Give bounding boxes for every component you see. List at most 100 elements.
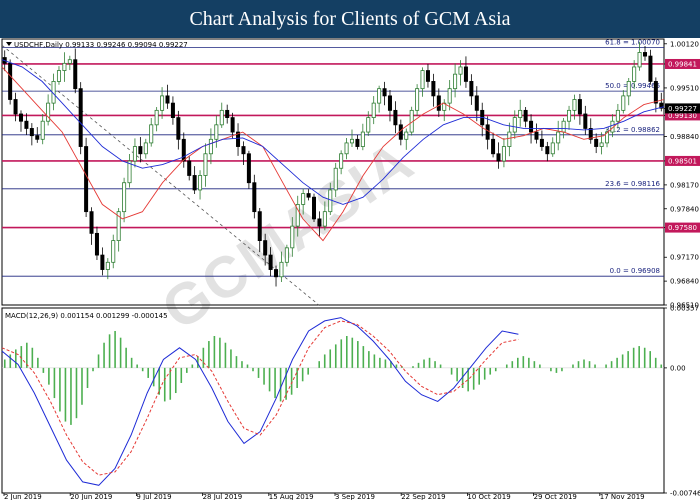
- candle[interactable]: [567, 109, 572, 122]
- candle[interactable]: [122, 182, 127, 213]
- candle[interactable]: [561, 120, 566, 133]
- candle[interactable]: [463, 66, 468, 82]
- candle[interactable]: [393, 109, 398, 126]
- candle[interactable]: [366, 117, 371, 133]
- candle[interactable]: [105, 261, 110, 270]
- candle[interactable]: [73, 59, 78, 90]
- candle[interactable]: [56, 70, 61, 82]
- candle[interactable]: [518, 109, 523, 118]
- chart-canvas[interactable]: 61.8 = 1.0007050.0 = 0.9946638.2 = 0.988…: [0, 38, 700, 500]
- candle[interactable]: [615, 109, 620, 122]
- candle[interactable]: [149, 124, 154, 144]
- candle[interactable]: [349, 138, 354, 144]
- candle[interactable]: [24, 120, 29, 129]
- candle[interactable]: [577, 99, 582, 115]
- candle[interactable]: [371, 102, 376, 118]
- candle[interactable]: [111, 240, 116, 263]
- candle[interactable]: [306, 193, 311, 198]
- candle[interactable]: [458, 66, 463, 75]
- candle[interactable]: [415, 88, 420, 111]
- candle[interactable]: [13, 99, 18, 115]
- candle[interactable]: [29, 128, 34, 137]
- candle[interactable]: [187, 160, 192, 176]
- candle[interactable]: [18, 113, 23, 122]
- candle[interactable]: [143, 142, 148, 155]
- candle[interactable]: [274, 269, 279, 278]
- candle[interactable]: [198, 175, 203, 191]
- candle[interactable]: [355, 138, 360, 147]
- candle[interactable]: [219, 109, 224, 126]
- candle[interactable]: [453, 73, 458, 90]
- candle[interactable]: [507, 131, 512, 147]
- candle[interactable]: [599, 142, 604, 147]
- candle[interactable]: [67, 59, 72, 64]
- candle[interactable]: [377, 88, 382, 104]
- candle[interactable]: [328, 189, 333, 213]
- candle[interactable]: [138, 146, 143, 155]
- candle[interactable]: [100, 254, 105, 270]
- candle[interactable]: [62, 62, 67, 71]
- candle[interactable]: [594, 138, 599, 147]
- candle[interactable]: [643, 52, 648, 57]
- candle[interactable]: [485, 124, 490, 140]
- candle[interactable]: [556, 131, 561, 144]
- candle[interactable]: [312, 196, 317, 220]
- candle[interactable]: [322, 211, 327, 227]
- candle[interactable]: [523, 109, 528, 122]
- candle[interactable]: [637, 52, 642, 68]
- candle[interactable]: [420, 70, 425, 90]
- candle[interactable]: [382, 88, 387, 97]
- candle[interactable]: [208, 138, 213, 155]
- candle[interactable]: [241, 146, 246, 155]
- candle[interactable]: [89, 211, 94, 234]
- candle[interactable]: [572, 99, 577, 111]
- candle[interactable]: [203, 153, 208, 176]
- candle[interactable]: [192, 175, 197, 191]
- candle[interactable]: [360, 131, 365, 147]
- candle[interactable]: [40, 120, 45, 140]
- candle[interactable]: [491, 138, 496, 155]
- candle[interactable]: [387, 95, 392, 111]
- candle[interactable]: [301, 193, 306, 205]
- candle[interactable]: [214, 124, 219, 140]
- candle[interactable]: [425, 70, 430, 82]
- candle[interactable]: [474, 95, 479, 111]
- candle[interactable]: [550, 142, 555, 155]
- candle[interactable]: [501, 146, 506, 162]
- candle[interactable]: [84, 146, 89, 213]
- candle[interactable]: [404, 131, 409, 140]
- candle[interactable]: [176, 117, 181, 140]
- candle[interactable]: [545, 146, 550, 155]
- candle[interactable]: [170, 102, 175, 118]
- candle[interactable]: [268, 254, 273, 270]
- candle[interactable]: [632, 66, 637, 82]
- candle[interactable]: [583, 113, 588, 129]
- candle[interactable]: [469, 81, 474, 97]
- candle[interactable]: [132, 146, 137, 162]
- candle[interactable]: [431, 81, 436, 97]
- candle[interactable]: [447, 88, 452, 104]
- candle[interactable]: [246, 153, 251, 184]
- candle[interactable]: [290, 225, 295, 249]
- candle[interactable]: [317, 218, 322, 227]
- candle[interactable]: [35, 135, 40, 140]
- candle[interactable]: [653, 81, 658, 104]
- candle[interactable]: [257, 211, 262, 242]
- candle[interactable]: [333, 167, 338, 191]
- candle[interactable]: [539, 138, 544, 147]
- candle[interactable]: [225, 109, 230, 118]
- candle[interactable]: [165, 95, 170, 104]
- candle[interactable]: [284, 247, 289, 263]
- candle[interactable]: [160, 95, 165, 111]
- candle[interactable]: [529, 120, 534, 133]
- candle[interactable]: [279, 261, 284, 278]
- candle[interactable]: [344, 142, 349, 155]
- candle[interactable]: [621, 95, 626, 111]
- candle[interactable]: [436, 95, 441, 111]
- candle[interactable]: [230, 117, 235, 133]
- candle[interactable]: [252, 182, 257, 213]
- candle[interactable]: [648, 55, 653, 82]
- candle[interactable]: [94, 232, 99, 256]
- candle[interactable]: [78, 88, 83, 147]
- candle[interactable]: [263, 240, 268, 256]
